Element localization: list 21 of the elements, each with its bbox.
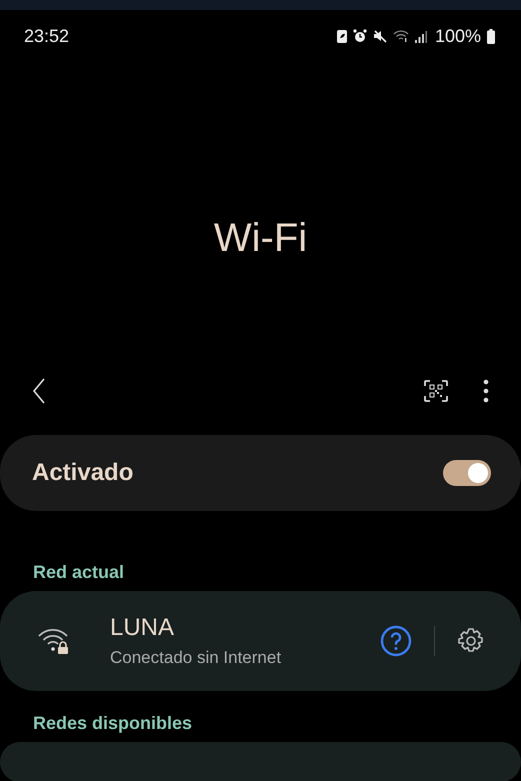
qr-code-button[interactable] xyxy=(421,377,451,405)
section-heading: Red actual xyxy=(33,562,126,583)
alarm-icon xyxy=(352,29,367,43)
more-options-button[interactable] xyxy=(481,377,491,405)
help-button[interactable] xyxy=(378,623,414,659)
network-name: LUNA xyxy=(110,614,176,642)
cell-signal-icon xyxy=(414,29,427,43)
wifi-signal-icon xyxy=(392,29,409,43)
mute-icon xyxy=(372,29,387,43)
network-status: Conectado sin Internet xyxy=(110,648,282,668)
battery-icon xyxy=(487,28,495,44)
wifi-toggle[interactable] xyxy=(443,460,491,486)
wifi-lock-icon xyxy=(38,627,70,655)
battery-percent: 100% xyxy=(434,26,481,46)
wifi-switch-card[interactable]: Activado xyxy=(0,435,521,511)
battery-saver-icon xyxy=(336,29,347,43)
status-time: 23:52 xyxy=(24,26,70,46)
network-card[interactable]: LUNA Conectado sin Internet xyxy=(0,591,521,691)
switch-label: Activado xyxy=(32,459,134,487)
section-heading: Redes disponibles xyxy=(33,713,194,734)
page-title: Wi-Fi xyxy=(214,216,308,261)
